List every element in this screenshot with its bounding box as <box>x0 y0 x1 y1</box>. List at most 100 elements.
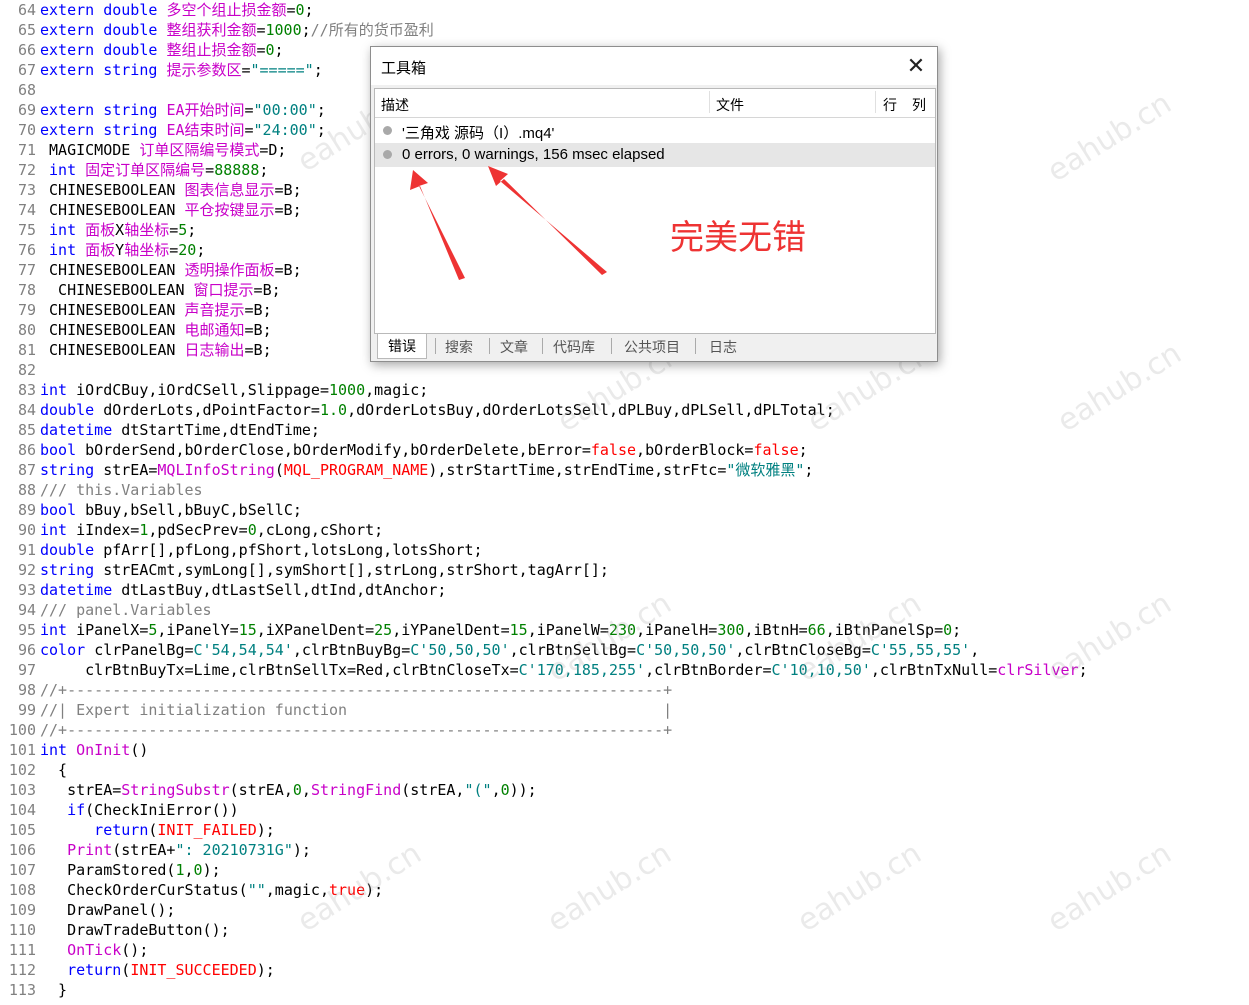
column-header-description[interactable]: 描述 <box>381 95 409 115</box>
line-number: 85 <box>17 421 36 439</box>
code-token: 5 <box>178 221 188 239</box>
code-token: StringSubstr <box>121 781 230 799</box>
code-token: ,iPanelY= <box>157 621 239 639</box>
line-number: 75 <box>17 221 36 239</box>
code-text: DrawPanel(); <box>40 900 175 920</box>
tab-articles[interactable]: 文章 <box>500 337 528 357</box>
code-token: extern double <box>40 1 167 19</box>
code-token: 轴坐标 <box>124 241 170 259</box>
line-number: 69 <box>17 101 36 119</box>
code-token: ParamStored( <box>40 861 176 879</box>
code-text: CHINESEBOOLEAN 窗口提示=B; <box>40 280 281 300</box>
tab-search[interactable]: 搜索 <box>445 337 473 357</box>
code-token: ); <box>256 961 275 979</box>
code-token: ,iYPanelDent= <box>392 621 510 639</box>
tab-separator <box>435 338 436 354</box>
code-text: bool bOrderSend,bOrderClose,bOrderModify… <box>40 440 808 460</box>
column-header-column[interactable]: 列 <box>912 95 926 115</box>
code-token: 15 <box>238 621 257 639</box>
tab-journal[interactable]: 日志 <box>709 337 737 357</box>
line-number: 77 <box>17 261 36 279</box>
code-token: color <box>40 641 95 659</box>
line-number: 71 <box>17 141 36 159</box>
code-token: return <box>40 961 122 979</box>
code-token: /// this.Variables <box>40 481 203 499</box>
code-text: CHINESEBOOLEAN 透明操作面板=B; <box>40 260 302 280</box>
code-token: iIndex= <box>76 521 140 539</box>
code-token: CHINESEBOOLEAN <box>40 301 185 319</box>
code-text: int iIndex=1,pdSecPrev=0,cLong,cShort; <box>40 520 383 540</box>
line-number: 78 <box>17 281 36 299</box>
tab-errors[interactable]: 错误 <box>377 334 427 359</box>
code-token: int <box>40 621 77 639</box>
code-token: { <box>40 761 68 779</box>
code-token: string <box>40 461 104 479</box>
code-token: clrSilver <box>997 661 1079 679</box>
code-token: int <box>40 521 77 539</box>
line-number: 107 <box>8 861 36 879</box>
code-text: datetime dtStartTime,dtEndTime; <box>40 420 320 440</box>
code-token: true <box>329 881 366 899</box>
code-token: 88888 <box>214 161 260 179</box>
close-icon[interactable]: ✕ <box>903 53 929 79</box>
code-token: 电邮通知 <box>184 321 245 339</box>
code-token: ( <box>274 461 284 479</box>
line-number: 81 <box>17 341 36 359</box>
code-token: extern string <box>40 101 167 119</box>
line-number: 80 <box>17 321 36 339</box>
code-token: ,iPanelW= <box>527 621 609 639</box>
column-separator[interactable] <box>709 91 710 113</box>
code-token: ; <box>316 101 326 119</box>
code-token: ; <box>316 121 326 139</box>
code-token: =D; <box>259 141 287 159</box>
column-header-file[interactable]: 文件 <box>716 95 744 115</box>
code-token: ; <box>187 221 197 239</box>
code-token: //+-------------------------------------… <box>40 721 673 739</box>
code-text: clrBtnBuyTx=Lime,clrBtnSellTx=Red,clrBtn… <box>40 660 1087 680</box>
code-token: ); <box>292 841 311 859</box>
line-number: 98 <box>17 681 36 699</box>
code-text: datetime dtLastBuy,dtLastSell,dtInd,dtAn… <box>40 580 446 600</box>
code-token: =B; <box>274 261 302 279</box>
line-number: 91 <box>17 541 36 559</box>
code-text: { <box>40 760 67 780</box>
code-token: C'10,10,50' <box>771 661 871 679</box>
code-text: color clrPanelBg=C'54,54,54',clrBtnBuyBg… <box>40 640 979 660</box>
line-number: 89 <box>17 501 36 519</box>
code-token: 1 <box>175 861 185 879</box>
toolbox-titlebar[interactable]: 工具箱 ✕ <box>371 47 937 85</box>
code-token: CHINESEBOOLEAN <box>40 281 194 299</box>
code-token: ,bOrderBlock= <box>636 441 754 459</box>
code-token: 66 <box>807 621 826 639</box>
tab-code-base[interactable]: 代码库 <box>553 337 595 357</box>
code-token: if <box>40 801 86 819</box>
code-text: DrawTradeButton(); <box>40 920 230 940</box>
code-token: 0 <box>500 781 510 799</box>
toolbox-results-list[interactable]: 描述 文件 行 列 '三角戏 源码（I）.mq4' 0 errors, 0 wa… <box>374 88 936 334</box>
toolbox-title: 工具箱 <box>381 60 427 77</box>
code-token: = <box>205 161 215 179</box>
code-token: , <box>491 781 501 799</box>
code-token: ; <box>313 61 323 79</box>
code-text: //+-------------------------------------… <box>40 720 672 740</box>
result-row-summary[interactable]: 0 errors, 0 warnings, 156 msec elapsed <box>375 143 935 167</box>
code-token: bool <box>40 441 86 459</box>
column-separator[interactable] <box>875 91 876 113</box>
code-token: strEACmt,symLong[],symShort[],strLong,st… <box>103 561 609 579</box>
code-token: iPanelX= <box>76 621 149 639</box>
code-token: 0 <box>247 521 257 539</box>
code-token: = <box>244 121 254 139</box>
code-token: 整组获利金额 <box>166 21 257 39</box>
code-text: //| Expert initialization function | <box>40 700 672 720</box>
code-token: //+-------------------------------------… <box>40 681 673 699</box>
code-token: = <box>244 101 254 119</box>
code-token: ,clrBtnBorder= <box>645 661 772 679</box>
code-token: , <box>184 861 194 879</box>
column-header-line[interactable]: 行 <box>883 95 897 115</box>
code-token: dtStartTime,dtEndTime; <box>121 421 320 439</box>
code-token: ); <box>256 821 275 839</box>
code-token: ,clrBtnTxNull= <box>870 661 998 679</box>
line-number: 111 <box>8 941 36 959</box>
result-row-file[interactable]: '三角戏 源码（I）.mq4' <box>375 119 935 143</box>
tab-public-projects[interactable]: 公共项目 <box>624 337 680 357</box>
